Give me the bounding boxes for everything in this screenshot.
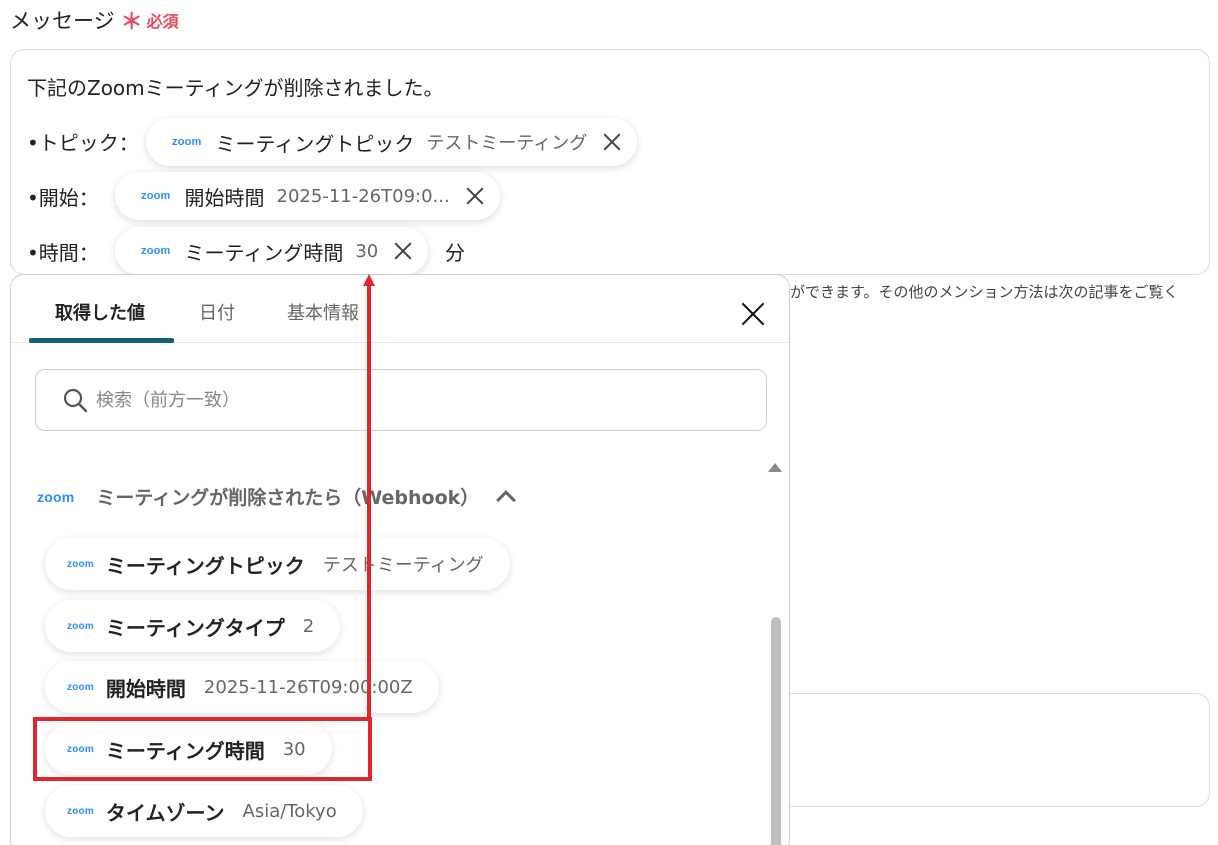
chip-name: ミーティング時間 [184, 240, 344, 265]
chevron-up-icon[interactable] [496, 489, 517, 510]
tab-basic-info[interactable]: 基本情報 [287, 299, 359, 325]
row-label: •トピック： [27, 131, 139, 155]
zoom-logo-icon: zoom [67, 620, 94, 632]
help-text: ができます。その他のメンション方法は次の記事をご覧く [790, 283, 1179, 301]
label-text: メッセージ [10, 9, 115, 33]
search-icon [63, 388, 88, 413]
search-input[interactable] [96, 389, 696, 411]
item-name: ミーティングトピック [105, 553, 305, 578]
zoom-logo-icon: zoom [141, 245, 171, 257]
search-box[interactable] [35, 369, 767, 431]
unit-suffix: 分 [445, 241, 465, 265]
mention-chip-duration[interactable]: zoom ミーティング時間 30 [115, 227, 429, 275]
remove-x-icon[interactable] [601, 131, 623, 153]
message-editor[interactable]: 下記のZoomミーティングが削除されました。 •トピック： zoom ミーティン… [10, 49, 1210, 275]
close-icon[interactable] [740, 301, 766, 327]
value-item-topic[interactable]: zoom ミーティングトピック テストミーティング [45, 538, 510, 590]
item-name: タイムゾーン [105, 800, 225, 825]
message-row-start: •開始： [27, 182, 117, 211]
annotation-arrow-line [367, 285, 371, 719]
zoom-logo-icon: zoom [67, 681, 94, 693]
chip-value: 30 [355, 240, 379, 262]
highlight-box [33, 717, 372, 781]
zoom-logo-icon: zoom [141, 190, 171, 202]
section-title: ミーティングが削除されたら（Webhook） [96, 487, 480, 509]
row-label: •時間： [27, 241, 99, 265]
scroll-up-arrow-icon[interactable] [768, 463, 782, 472]
item-name: ミーティングタイプ [105, 615, 285, 640]
annotation-arrow-head-icon [363, 274, 375, 286]
value-item-type[interactable]: zoom ミーティングタイプ 2 [45, 600, 341, 652]
scrollbar-thumb[interactable] [771, 617, 781, 845]
zoom-logo-icon: zoom [172, 136, 202, 148]
item-value: 2025-11-26T09:00:00Z [203, 676, 413, 698]
chip-value: 2025-11-26T09:0... [276, 185, 450, 207]
next-field-box[interactable] [760, 693, 1210, 807]
value-item-timezone[interactable]: zoom タイムゾーン Asia/Tokyo [45, 785, 363, 837]
zoom-logo-icon: zoom [67, 805, 94, 817]
chip-value: テストミーティング [426, 133, 588, 154]
active-tab-indicator [29, 338, 174, 343]
message-row-topic: •トピック： [27, 127, 157, 156]
zoom-logo-icon: zoom [37, 488, 75, 505]
tab-acquired-values[interactable]: 取得した値 [55, 299, 145, 325]
mention-chip-topic[interactable]: zoom ミーティングトピック テストミーティング [146, 118, 638, 166]
message-line-1: 下記のZoomミーティングが削除されました。 [27, 76, 444, 100]
row-label: •開始： [27, 186, 99, 210]
zoom-logo-icon: zoom [67, 558, 94, 570]
chip-name: 開始時間 [184, 185, 265, 210]
value-item-start-time[interactable]: zoom 開始時間 2025-11-26T09:00:00Z [45, 661, 439, 713]
item-value: 2 [302, 615, 315, 637]
message-row-duration: •時間： [27, 237, 117, 266]
tab-bar: 取得した値 日付 基本情報 [11, 275, 789, 343]
item-value: Asia/Tokyo [242, 800, 337, 822]
mention-chip-start[interactable]: zoom 開始時間 2025-11-26T09:0... [115, 172, 500, 220]
tab-date[interactable]: 日付 [199, 299, 235, 325]
chip-name: ミーティングトピック [215, 131, 415, 156]
remove-x-icon[interactable] [392, 240, 414, 262]
section-header[interactable]: zoom ミーティングが削除されたら（Webhook） [37, 483, 517, 510]
remove-x-icon[interactable] [464, 185, 486, 207]
item-value: テストミーティング [322, 555, 484, 576]
required-badge: 必須 [146, 12, 179, 31]
item-name: 開始時間 [105, 676, 186, 701]
required-star-icon: ＊ [120, 10, 143, 35]
message-field-label: メッセージ ＊ 必須 [10, 4, 179, 36]
